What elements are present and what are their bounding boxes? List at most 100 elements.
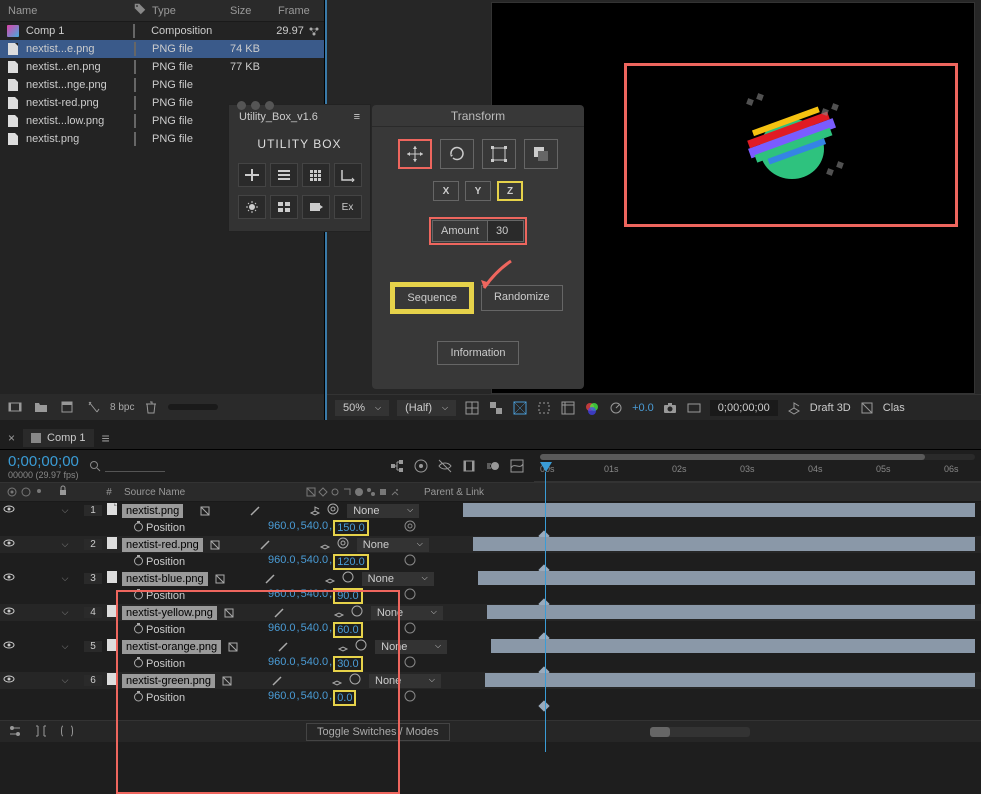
layer-row[interactable]: ⌵ 3 nextist-blue.png None⌵ [0, 570, 981, 587]
property-row[interactable]: Position 960.0,540.0,30.0 [0, 655, 981, 672]
shy-switch[interactable] [223, 607, 235, 619]
collapse-toggle[interactable]: ⌵ [58, 539, 72, 550]
visibility-toggle[interactable] [0, 606, 18, 619]
col-name[interactable]: Name [0, 2, 126, 20]
collapse-toggle[interactable]: ⌵ [58, 675, 72, 686]
position-y[interactable]: 540.0 [301, 520, 329, 536]
position-x[interactable]: 960.0 [268, 520, 296, 536]
3d-switch[interactable] [309, 505, 321, 517]
ub-tool-2[interactable] [270, 163, 298, 187]
roi-icon[interactable] [536, 400, 552, 416]
sequence-button[interactable]: Sequence [393, 285, 471, 311]
randomize-button[interactable]: Randomize [481, 285, 563, 311]
information-button[interactable]: Information [437, 341, 518, 365]
transparency-icon[interactable] [488, 400, 504, 416]
layer-row[interactable]: ⌵ 1 nextist.png None⌵ [0, 502, 981, 519]
ub-tool-7[interactable] [302, 195, 330, 219]
project-item[interactable]: nextist...en.png PNG file 77 KB [0, 58, 324, 76]
pickwhip-icon[interactable] [349, 673, 363, 688]
quality-switch[interactable] [249, 505, 261, 517]
time-ruler[interactable]: 00s 01s 02s 03s 04s 05s 06s [534, 450, 981, 482]
parent-dropdown[interactable]: None⌵ [357, 538, 429, 552]
ub-tool-1[interactable] [238, 163, 266, 187]
ub-tool-5[interactable] [238, 195, 266, 219]
col-number[interactable]: # [98, 487, 120, 498]
col-type[interactable]: Type [144, 2, 222, 20]
quality-switch[interactable] [277, 641, 289, 653]
position-y[interactable]: 540.0 [301, 656, 329, 672]
pickwhip-icon[interactable] [327, 503, 341, 518]
trash-icon[interactable] [142, 398, 160, 416]
new-comp-icon[interactable] [58, 398, 76, 416]
col-parent[interactable]: Parent & Link [418, 487, 552, 498]
parent-dropdown[interactable]: None⌵ [375, 640, 447, 654]
position-x[interactable]: 960.0 [268, 622, 296, 638]
3d-switch[interactable] [333, 607, 345, 619]
visibility-toggle[interactable] [0, 504, 18, 517]
property-row[interactable]: Position 960.0,540.0,150.0 [0, 519, 981, 536]
position-y[interactable]: 540.0 [301, 554, 329, 570]
pickwhip-icon[interactable] [351, 605, 365, 620]
close-light[interactable] [237, 101, 246, 110]
layer-name[interactable]: nextist-blue.png [122, 572, 208, 586]
position-y[interactable]: 540.0 [301, 588, 329, 604]
quality-switch[interactable] [271, 675, 283, 687]
col-frame[interactable]: Frame [270, 2, 318, 20]
current-time[interactable]: 0;00;00;00 [8, 453, 79, 470]
pickwhip-icon[interactable] [337, 537, 351, 552]
expression-pickwhip-icon[interactable] [404, 656, 416, 668]
expression-pickwhip-icon[interactable] [404, 520, 416, 532]
layer-row[interactable]: ⌵ 2 nextist-red.png None⌵ [0, 536, 981, 553]
amount-input[interactable]: 30 [488, 220, 524, 242]
comp-flowchart-icon[interactable] [388, 457, 406, 475]
draft3d-icon[interactable] [786, 400, 802, 416]
playhead[interactable] [540, 462, 552, 472]
collapse-toggle[interactable]: ⌵ [58, 607, 72, 618]
folder-icon[interactable] [32, 398, 50, 416]
layer-bar[interactable] [478, 571, 975, 585]
keyframe-marker[interactable] [538, 700, 549, 711]
draft3d-label[interactable]: Draft 3D [810, 402, 851, 414]
bpc-label[interactable]: 8 bpc [110, 402, 134, 413]
exposure-value[interactable]: +0.0 [632, 402, 654, 414]
position-z[interactable]: 60.0 [333, 622, 362, 638]
3d-switch[interactable] [337, 641, 349, 653]
scale-mode-btn[interactable] [482, 139, 516, 169]
switches-toggle-icon[interactable] [8, 724, 24, 740]
show-snapshot-icon[interactable] [686, 400, 702, 416]
ub-tool-8[interactable]: Ex [334, 195, 362, 219]
stopwatch-icon[interactable] [130, 521, 146, 535]
toggle-switches-button[interactable]: Toggle Switches / Modes [306, 723, 450, 741]
tag-box[interactable] [133, 24, 135, 38]
quality-switch[interactable] [273, 607, 285, 619]
mask-icon[interactable] [512, 400, 528, 416]
exposure-reset-icon[interactable] [608, 400, 624, 416]
stopwatch-icon[interactable] [130, 589, 146, 603]
opacity-mode-btn[interactable] [524, 139, 558, 169]
grid-icon[interactable] [464, 400, 480, 416]
property-row[interactable]: Position 960.0,540.0,90.0 [0, 587, 981, 604]
expression-pickwhip-icon[interactable] [404, 690, 416, 702]
tag-box[interactable] [134, 114, 136, 128]
3d-switch[interactable] [324, 573, 336, 585]
position-z[interactable]: 30.0 [333, 656, 362, 672]
stopwatch-icon[interactable] [130, 657, 146, 671]
quality-switch[interactable] [259, 539, 271, 551]
timeline-scrollbar[interactable] [650, 727, 750, 737]
position-z[interactable]: 0.0 [333, 690, 356, 706]
layer-row[interactable]: ⌵ 5 nextist-orange.png None⌵ [0, 638, 981, 655]
3d-switch[interactable] [331, 675, 343, 687]
position-z[interactable]: 90.0 [333, 588, 362, 604]
graph-editor-icon[interactable] [508, 457, 526, 475]
expression-pickwhip-icon[interactable] [404, 622, 416, 634]
stopwatch-icon[interactable] [130, 623, 146, 637]
y-axis-btn[interactable]: Y [465, 181, 491, 201]
channel-icon[interactable] [584, 400, 600, 416]
comp-tab[interactable]: Comp 1 [23, 429, 94, 447]
frame-blend-icon[interactable] [460, 457, 478, 475]
resolution-dropdown[interactable]: (Half)⌵ [397, 400, 456, 416]
shy-switch[interactable] [209, 539, 221, 551]
property-row[interactable]: Position 960.0,540.0,120.0 [0, 553, 981, 570]
tag-box[interactable] [134, 60, 136, 74]
pickwhip-icon[interactable] [342, 571, 356, 586]
